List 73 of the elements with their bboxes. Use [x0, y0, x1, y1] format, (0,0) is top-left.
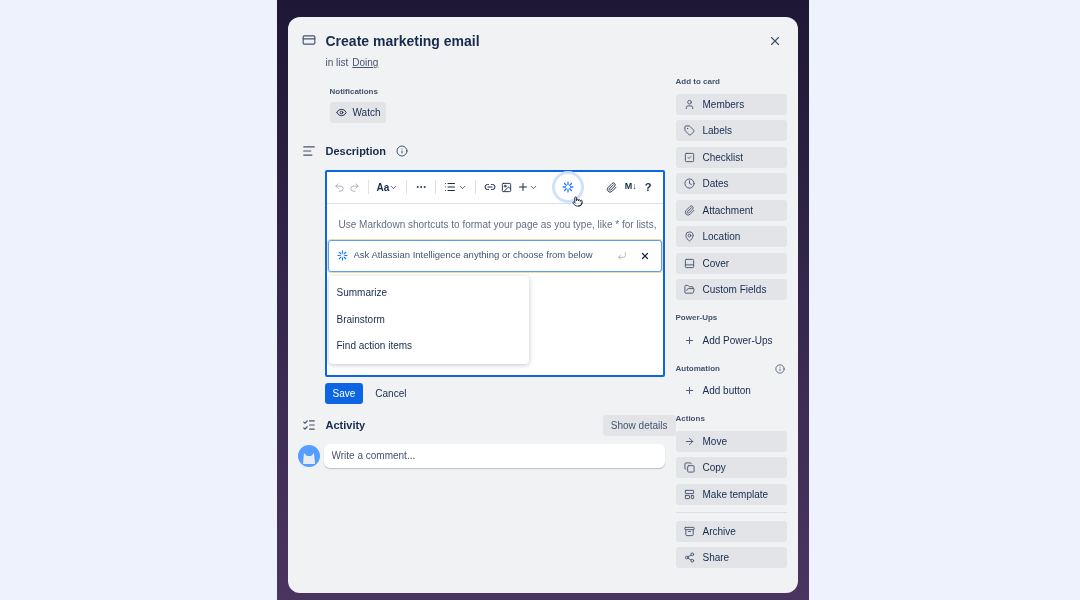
sidebar-button[interactable]: Archive	[675, 520, 787, 542]
card-title: Create marketing email	[325, 32, 480, 51]
button-icon	[683, 257, 695, 269]
plus-icon[interactable]	[517, 181, 530, 193]
section-title: Activity	[325, 417, 366, 433]
sidebar-button[interactable]: Labels	[675, 120, 787, 141]
sidebar-heading: Actions	[675, 413, 705, 425]
section-label: Notifications	[329, 86, 378, 98]
editor-placeholder: Use Markdown shortcuts to format your page as you type, like * for lists,	[337, 217, 658, 232]
pointer-cursor-icon	[571, 195, 583, 207]
ai-button[interactable]	[552, 171, 585, 203]
sidebar-button[interactable]: Members	[675, 93, 787, 115]
button-icon	[683, 98, 695, 110]
save-button[interactable]: Save	[324, 382, 364, 404]
suggestion-item[interactable]: Summarize	[328, 279, 529, 307]
show-details-button[interactable]: Show details	[602, 414, 676, 436]
link-icon[interactable]	[484, 181, 497, 193]
button-icon	[683, 488, 695, 500]
sparkle-icon	[335, 249, 349, 262]
sidebar-button[interactable]: Copy	[675, 457, 787, 478]
button-icon	[683, 552, 695, 563]
button-icon	[683, 151, 695, 163]
button-icon	[683, 525, 695, 537]
close-icon[interactable]	[639, 250, 650, 261]
button-icon	[683, 284, 695, 295]
sidebar-button[interactable]: Share	[675, 547, 787, 568]
sidebar-button[interactable]: Custom Fields	[675, 279, 787, 300]
sparkle-icon	[561, 180, 576, 194]
button-icon	[683, 178, 695, 189]
button-icon	[683, 125, 695, 136]
button-icon	[683, 231, 695, 242]
button-icon	[683, 435, 695, 447]
markdown-toggle[interactable]: M↓	[624, 180, 637, 194]
list-icon[interactable]	[444, 181, 457, 193]
description-editor[interactable]: Aa M↓ ? Use Markdown shortcuts to format your page as you type, like * for lists, Ask Atlassian Intelligence anything or choose from below Summarize Brainstorm Find action items	[324, 169, 665, 377]
button-icon	[683, 462, 695, 473]
sidebar-button[interactable]: Checklist	[675, 146, 787, 168]
button-icon	[683, 204, 695, 216]
enter-icon	[616, 250, 627, 261]
ai-prompt-field[interactable]: Ask Atlassian Intelligence anything or choose from below	[353, 248, 612, 263]
sidebar-button[interactable]: Add Power-Ups	[675, 329, 787, 351]
comment-field[interactable]: Write a comment...	[323, 443, 665, 468]
sidebar-button[interactable]: Dates	[675, 173, 787, 194]
button-icon	[683, 385, 695, 396]
list-link[interactable]: Doing	[352, 55, 379, 70]
image-icon[interactable]	[501, 181, 513, 193]
suggestion-item[interactable]: Find action items	[328, 332, 529, 360]
paperclip-icon[interactable]	[605, 181, 617, 193]
watch-button[interactable]: Watch	[329, 102, 387, 123]
description-icon	[301, 144, 316, 159]
sidebar-button[interactable]: Attachment	[675, 199, 787, 221]
sidebar-button[interactable]: Location	[675, 226, 787, 247]
sidebar-button[interactable]: Make template	[675, 483, 787, 505]
sidebar-button[interactable]: Cover	[675, 252, 787, 274]
sidebar-button[interactable]: Move	[675, 430, 787, 452]
section-title: Description	[325, 144, 386, 159]
sidebar-heading: Add to card	[675, 76, 720, 88]
button-icon	[683, 334, 695, 346]
sidebar-heading: Power-Ups	[675, 312, 718, 324]
sidebar-heading: Automation	[675, 362, 720, 375]
help-button[interactable]: ?	[644, 178, 652, 196]
ai-prompt-bar[interactable]: Ask Atlassian Intelligence anything or choose from below	[327, 239, 662, 272]
suggestion-item[interactable]: Brainstorm	[328, 306, 529, 333]
list-caption: in list	[325, 56, 349, 70]
cancel-button[interactable]: Cancel	[375, 385, 407, 401]
avatar	[297, 444, 320, 467]
card-icon	[301, 33, 316, 47]
activity-icon	[301, 418, 316, 432]
info-icon[interactable]	[774, 363, 785, 374]
info-icon	[396, 145, 408, 158]
text-style-button[interactable]: Aa	[376, 179, 399, 195]
eye-icon	[335, 107, 347, 118]
sidebar-button[interactable]: Add button	[675, 380, 787, 401]
